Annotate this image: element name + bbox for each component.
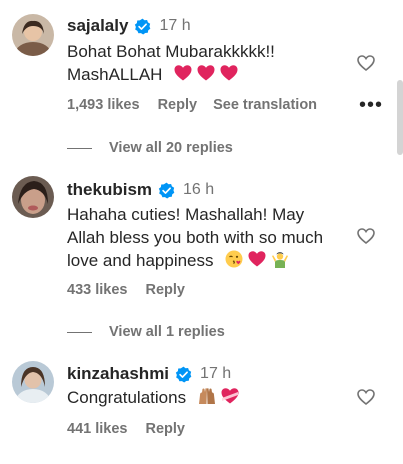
view-replies-label: View all 1 replies: [109, 324, 225, 340]
red-heart-emoji-icon: [248, 251, 266, 267]
emoji-group: [191, 386, 243, 406]
divider: [67, 331, 92, 333]
like-heart-icon[interactable]: [356, 387, 376, 407]
likes-count[interactable]: 433 likes: [67, 282, 127, 298]
view-replies-button[interactable]: View all 1 replies: [67, 324, 225, 340]
comment-text-segment: Congratulations: [67, 388, 187, 407]
heart-with-ribbon-emoji-icon: [221, 388, 239, 404]
reply-button[interactable]: Reply: [145, 282, 185, 298]
comment-text-line: MashALLAH: [67, 63, 347, 86]
comment-text-line: Congratulations: [67, 386, 347, 409]
reply-button[interactable]: Reply: [158, 97, 198, 113]
comment-text-segment: love and happiness: [67, 251, 214, 270]
avatar[interactable]: [12, 361, 54, 403]
comment-actions: 441 likes Reply: [67, 421, 185, 437]
likes-count[interactable]: 441 likes: [67, 421, 127, 437]
view-replies-button[interactable]: View all 20 replies: [67, 140, 233, 156]
comment-text-line: love and happiness: [67, 249, 357, 272]
scrollbar[interactable]: [397, 80, 403, 155]
comment-header: kinzahashmi 17 h: [67, 364, 231, 384]
verified-badge-icon: [135, 18, 151, 34]
person-raising-hands-emoji-icon: [272, 252, 289, 268]
comment-header: thekubism 16 h: [67, 180, 214, 200]
timestamp[interactable]: 16 h: [183, 181, 214, 199]
verified-badge-icon: [158, 182, 175, 198]
comment-actions: 1,493 likes Reply See translation •••: [67, 95, 383, 115]
divider: [67, 147, 92, 149]
red-heart-emoji-icon: [174, 65, 192, 81]
comment-header: sajalaly 17 h: [67, 16, 191, 36]
red-heart-emoji-icon: [197, 65, 215, 81]
comment-text-line: Allah bless you both with so much: [67, 228, 324, 247]
comment-text: Bohat Bohat Mubarakkkkk!! MashALLAH: [67, 40, 347, 86]
username[interactable]: kinzahashmi: [67, 364, 169, 384]
comment-text: Hahaha cuties! Mashallah! May Allah bles…: [67, 203, 357, 272]
raising-hands-emoji-icon: [198, 388, 215, 404]
comment-text: Congratulations: [67, 386, 347, 409]
emoji-group: [218, 249, 293, 269]
avatar[interactable]: [12, 14, 54, 56]
comment-text-segment: MashALLAH: [67, 65, 163, 84]
more-options-icon[interactable]: •••: [359, 95, 383, 115]
username[interactable]: sajalaly: [67, 16, 128, 36]
verified-badge-icon: [175, 366, 192, 382]
view-replies-label: View all 20 replies: [109, 140, 233, 156]
reply-button[interactable]: Reply: [145, 421, 185, 437]
see-translation-button[interactable]: See translation: [213, 97, 317, 113]
comment-text-line: Bohat Bohat Mubarakkkkk!!: [67, 42, 275, 61]
like-heart-icon[interactable]: [356, 226, 376, 246]
like-heart-icon[interactable]: [356, 53, 376, 73]
timestamp[interactable]: 17 h: [159, 17, 190, 35]
comment-text-line: Hahaha cuties! Mashallah! May: [67, 205, 305, 224]
red-heart-emoji-icon: [220, 65, 238, 81]
comment-actions: 433 likes Reply: [67, 282, 185, 298]
face-blowing-kiss-emoji-icon: [225, 250, 243, 268]
likes-count[interactable]: 1,493 likes: [67, 97, 140, 113]
avatar[interactable]: [12, 176, 54, 218]
username[interactable]: thekubism: [67, 180, 152, 200]
emoji-group: [167, 63, 242, 83]
timestamp[interactable]: 17 h: [200, 365, 231, 383]
